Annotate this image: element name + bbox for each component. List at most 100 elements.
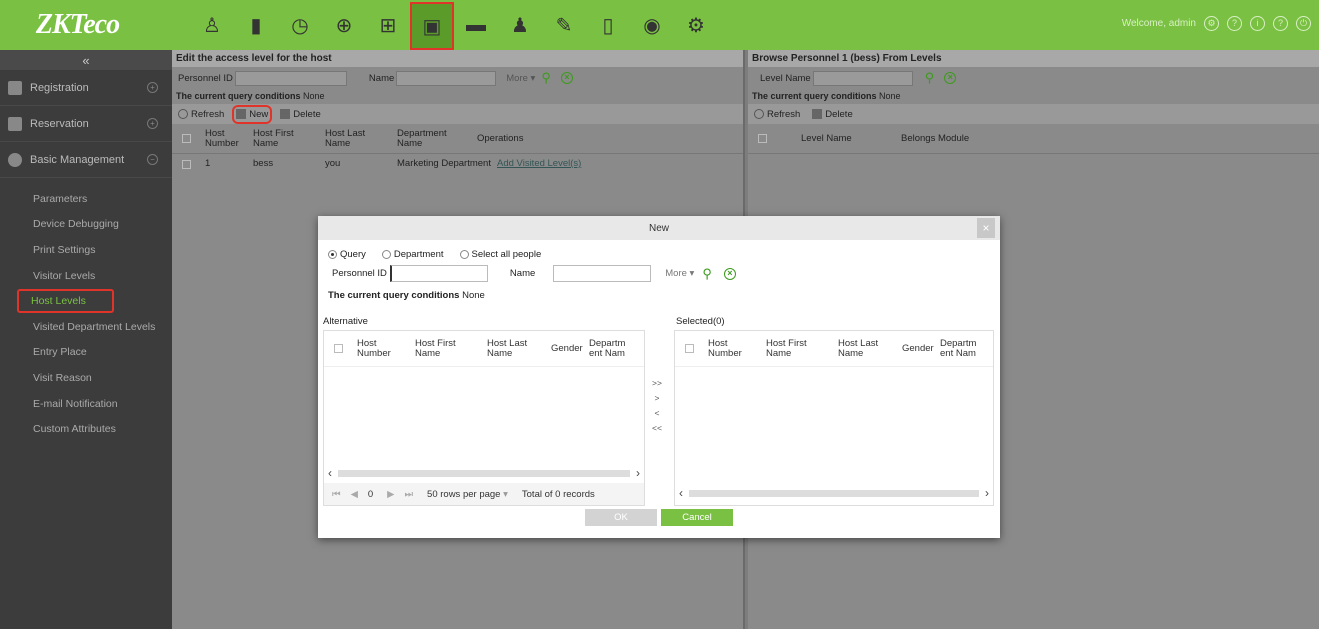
scroll-right-icon[interactable]: › [636,466,640,480]
scroll-track[interactable] [689,489,979,497]
help-icon[interactable]: ? [1227,16,1242,31]
sidebar-section-reservation[interactable]: Reservation + [0,106,172,142]
name-input[interactable] [553,265,652,282]
logout-icon[interactable]: ⏻ [1296,16,1311,31]
more-dropdown[interactable]: More ▾ [665,268,694,279]
column-header[interactable]: Host First Name [411,338,483,359]
video-module-icon[interactable]: ◉ [630,3,674,47]
column-header[interactable]: Host Last Name [483,338,547,359]
sidebar-item-visitor-levels[interactable]: Visitor Levels [0,263,172,289]
column-header[interactable]: Level Name [797,133,897,144]
cancel-button[interactable]: Cancel [661,509,733,526]
refresh-button[interactable]: Refresh [178,109,224,120]
move-left-button[interactable]: < [655,406,660,421]
column-header[interactable]: Department Name [936,339,980,359]
table-row[interactable]: 1 bess you Marketing Department Add Visi… [172,154,743,174]
column-header[interactable]: Department Name [393,128,473,149]
elevator-module-icon[interactable]: ⊕ [322,3,366,47]
level-name-input[interactable] [812,70,913,86]
radio-query[interactable]: Query [328,249,366,260]
access-module-icon[interactable]: ▮ [234,3,278,47]
column-header[interactable]: Host Last Name [321,128,393,149]
sidebar-item-device-debugging[interactable]: Device Debugging [0,212,172,238]
ok-button[interactable]: OK [585,509,657,526]
patrol-module-icon[interactable]: ♟ [498,3,542,47]
rows-per-page-select[interactable]: 50 rows per page ▾ [427,489,508,500]
sidebar-section-registration[interactable]: Registration + [0,70,172,106]
scroll-left-icon[interactable]: ‹ [328,466,332,480]
guard-module-icon[interactable]: ▯ [586,3,630,47]
sidebar-item-entry-place[interactable]: Entry Place [0,340,172,366]
about-icon[interactable]: ? [1273,16,1288,31]
personnel-id-input[interactable] [234,70,347,86]
expand-icon[interactable]: + [147,118,158,129]
column-header[interactable]: Gender [898,343,936,354]
time-module-icon[interactable]: ◷ [278,3,322,47]
first-page-icon[interactable]: ⏮ [332,489,341,500]
collapse-sidebar-icon[interactable]: « [0,50,172,70]
column-header[interactable]: Belongs Module [897,133,969,144]
select-all-checkbox[interactable] [758,134,767,143]
dialog-title-bar[interactable]: New × [318,216,1000,240]
clear-icon[interactable]: × [723,267,736,280]
sidebar-item-parameters[interactable]: Parameters [0,186,172,212]
row-checkbox[interactable] [182,159,191,169]
settings-icon[interactable]: ⚙ [1204,16,1219,31]
column-header[interactable]: Host Number [201,128,249,149]
system-module-icon[interactable]: ⚙ [674,3,718,47]
name-input[interactable] [396,70,497,86]
radio-department[interactable]: Department [381,249,444,260]
horizontal-scrollbar[interactable]: ‹ › [679,486,989,500]
new-button[interactable]: New [232,104,273,124]
column-header[interactable]: Host Number [353,338,411,359]
sidebar-item-print-settings[interactable]: Print Settings [0,237,172,263]
scroll-left-icon[interactable]: ‹ [679,486,683,500]
more-dropdown[interactable]: More ▾ [506,73,535,84]
sidebar-item-custom-attributes[interactable]: Custom Attributes [0,416,172,442]
last-page-icon[interactable]: ⏭ [404,489,413,500]
welcome-text[interactable]: Welcome, admin [1122,18,1196,29]
select-all-checkbox[interactable] [334,344,343,353]
expand-icon[interactable]: + [147,82,158,93]
scroll-track[interactable] [338,469,630,477]
clear-icon[interactable]: × [560,72,573,84]
sidebar-section-basic-management[interactable]: Basic Management − [0,142,172,178]
column-header[interactable]: Host First Name [249,128,321,149]
registration-module-icon[interactable]: ♙ [190,3,234,47]
column-header[interactable]: Host First Name [762,338,834,359]
zkteco-logo[interactable]: ZKTeco [0,0,155,50]
column-header[interactable]: Host Last Name [834,338,898,359]
sidebar-item-email-notification[interactable]: E-mail Notification [0,391,172,417]
personnel-id-input[interactable] [389,265,488,282]
sidebar-item-visited-department-levels[interactable]: Visited Department Levels [0,314,172,340]
move-right-button[interactable]: > [655,391,660,406]
column-header[interactable]: Gender [547,343,585,354]
prev-page-icon[interactable]: ◀ [351,489,358,500]
select-all-checkbox[interactable] [685,344,694,353]
search-icon[interactable]: ⚲ [541,70,551,86]
parking-module-icon[interactable]: ▬ [454,3,498,47]
refresh-button[interactable]: Refresh [754,109,800,120]
next-page-icon[interactable]: ▶ [387,489,394,500]
sidebar-item-visit-reason[interactable]: Visit Reason [0,365,172,391]
delete-button[interactable]: Delete [812,109,853,120]
search-icon[interactable]: ⚲ [925,70,935,86]
collapse-icon[interactable]: − [147,154,158,165]
move-all-right-button[interactable]: >> [652,376,662,391]
search-icon[interactable]: ⚲ [702,266,712,282]
radio-select-all-people[interactable]: Select all people [459,249,541,260]
column-header[interactable]: Host Number [704,338,762,359]
select-all-checkbox[interactable] [182,134,191,143]
visitor-module-icon[interactable]: ▣ [410,2,454,50]
delete-button[interactable]: Delete [280,109,321,120]
close-icon[interactable]: × [977,218,995,238]
entrance-module-icon[interactable]: ⊞ [366,3,410,47]
scroll-right-icon[interactable]: › [985,486,989,500]
clear-icon[interactable]: × [944,72,957,84]
horizontal-scrollbar[interactable]: ‹ › [328,466,640,480]
page-number[interactable]: 0 [368,489,373,500]
sidebar-item-host-levels[interactable]: Host Levels [16,288,115,314]
move-all-left-button[interactable]: << [652,421,662,436]
office-module-icon[interactable]: ✎ [542,3,586,47]
column-header[interactable]: Department Name [585,339,629,359]
